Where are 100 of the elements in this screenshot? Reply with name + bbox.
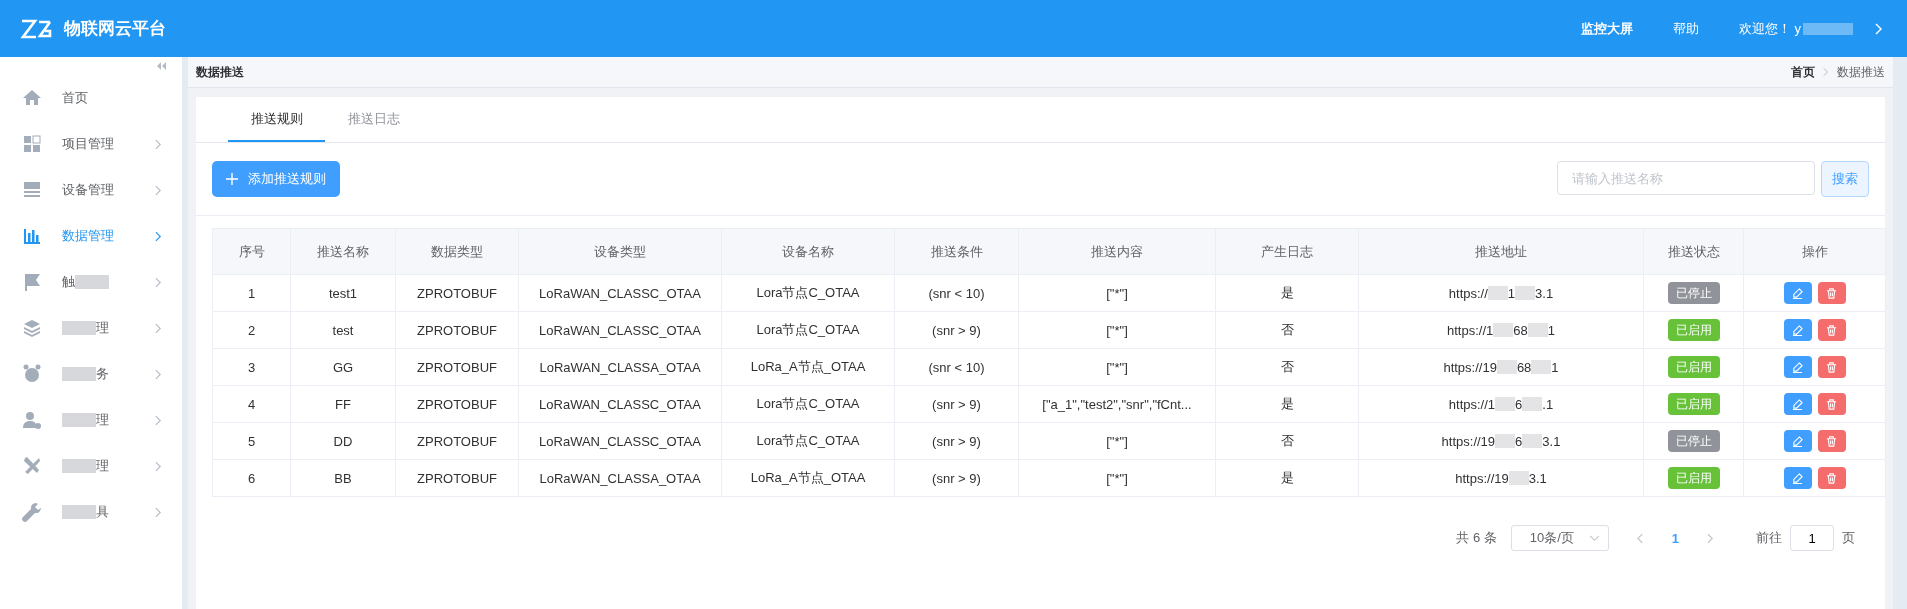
url-text: 6 [1515, 433, 1523, 449]
flag-icon [22, 272, 42, 292]
column-header: 推送地址 [1359, 229, 1644, 274]
sidebar-item[interactable]: 设备管理 [0, 167, 182, 213]
blurred-area [1515, 286, 1536, 300]
url-text: .1 [1542, 396, 1554, 412]
table-cell: ["*"] [1019, 275, 1216, 311]
chevron-right-icon[interactable] [1707, 532, 1714, 544]
edit-button[interactable] [1783, 430, 1812, 452]
status-tag: 已启用 [1667, 319, 1720, 341]
blurred-area [1522, 397, 1543, 411]
table-cell: test1 [291, 275, 396, 311]
column-header: 产生日志 [1216, 229, 1359, 274]
sidebar-item[interactable]: 首页 [0, 75, 182, 121]
chevron-left-icon[interactable] [1636, 532, 1644, 544]
trash-icon [1826, 472, 1837, 484]
wrench-icon [22, 502, 42, 522]
delete-button[interactable] [1817, 282, 1846, 304]
table-cell: 否 [1216, 312, 1359, 348]
table-cell: ZPROTOBUF [396, 349, 519, 385]
table-cell: LoRaWAN_CLASSC_OTAA [519, 312, 722, 348]
table-cell: ["*"] [1019, 460, 1216, 496]
breadcrumb-link[interactable]: 首页 [1791, 63, 1815, 81]
delete-button[interactable] [1817, 467, 1846, 489]
blurred-area [1493, 323, 1514, 337]
edit-button[interactable] [1783, 393, 1812, 415]
page-input[interactable]: 1 [1790, 525, 1834, 551]
dropdown-caret-icon [1588, 534, 1600, 542]
sidebar-item[interactable]: 具 [0, 489, 182, 535]
trash-icon [1826, 287, 1837, 299]
trash-icon [1826, 324, 1837, 336]
sidebar-item[interactable]: 务 [0, 351, 182, 397]
edit-button[interactable] [1783, 319, 1812, 341]
search-field[interactable]: 请输入推送名称 [1557, 161, 1815, 195]
table-cell: (snr > 9) [895, 386, 1019, 422]
collapse-icon[interactable] [156, 62, 166, 70]
status-tag: 已停止 [1667, 430, 1720, 452]
logo-icon [20, 17, 54, 40]
column-header: 推送状态 [1644, 229, 1744, 274]
table-cell: LoRa_A节点_OTAA [722, 349, 895, 385]
table-cell: ["a_1","test2","snr","fCnt... [1019, 386, 1216, 422]
edit-button[interactable] [1783, 467, 1812, 489]
trash-icon [1826, 361, 1837, 373]
sidebar-item[interactable]: 理 [0, 305, 182, 351]
pencil-icon [1792, 435, 1803, 447]
column-header: 推送条件 [895, 229, 1019, 274]
column-header: 操作 [1800, 242, 1829, 261]
status-tag: 已启用 [1667, 393, 1720, 415]
edit-button[interactable] [1783, 282, 1812, 304]
table-cell: (snr < 10) [895, 275, 1019, 311]
url-text: 3.1 [1542, 433, 1561, 449]
table-cell: BB [291, 460, 396, 496]
table-cell: test [291, 312, 396, 348]
table-cell: 1 [213, 275, 291, 311]
blurred-area [1487, 286, 1508, 300]
table-cell: (snr < 10) [895, 349, 1019, 385]
page-title: 数据推送 [196, 63, 244, 81]
column-header: 设备名称 [722, 229, 895, 274]
delete-button[interactable] [1817, 430, 1846, 452]
status-tag: 已启用 [1667, 356, 1720, 378]
table-cell: (snr > 9) [895, 312, 1019, 348]
url-text: https://19 [1441, 433, 1496, 449]
sidebar-label: 理 [96, 457, 109, 475]
sidebar-label: 理 [96, 411, 109, 429]
user-gear-icon [22, 410, 42, 430]
table-cell: 否 [1216, 423, 1359, 459]
url-text: https://1 [1448, 396, 1496, 412]
table-cell: ["*"] [1019, 349, 1216, 385]
delete-button[interactable] [1817, 319, 1846, 341]
edit-button[interactable] [1783, 356, 1812, 378]
sidebar-label: 数据管理 [62, 227, 114, 245]
page-size-select[interactable]: 10条/页 [1510, 525, 1609, 551]
tab[interactable]: 推送规则 [228, 97, 325, 142]
sidebar-label: 设备管理 [62, 181, 114, 199]
sidebar-label: 触 [62, 273, 75, 291]
scrollbar[interactable] [1893, 57, 1907, 609]
url-text: 1 [1551, 359, 1559, 375]
delete-button[interactable] [1817, 393, 1846, 415]
sidebar-label: 务 [96, 365, 109, 383]
delete-button[interactable] [1817, 356, 1846, 378]
table-cell: LoRaWAN_CLASSA_OTAA [519, 349, 722, 385]
chevron-right-icon [1823, 67, 1829, 77]
table-cell: ZPROTOBUF [396, 312, 519, 348]
pencil-icon [1792, 472, 1803, 484]
table-cell: ZPROTOBUF [396, 460, 519, 496]
sidebar-item[interactable]: 理 [0, 443, 182, 489]
blurred-area [1803, 22, 1853, 35]
pencil-icon [1792, 398, 1803, 410]
pencil-icon [1792, 324, 1803, 336]
trash-icon [1826, 435, 1837, 447]
table-cell: (snr > 9) [895, 423, 1019, 459]
sidebar-item[interactable]: 触 [0, 259, 182, 305]
table-cell: 5 [213, 423, 291, 459]
table-cell: 是 [1216, 275, 1359, 311]
sidebar-item[interactable]: 理 [0, 397, 182, 443]
trash-icon [1826, 398, 1837, 410]
breadcrumb-link[interactable]: 数据推送 [1837, 63, 1885, 81]
table-cell: FF [291, 386, 396, 422]
sidebar-item[interactable]: 项目管理 [0, 121, 182, 167]
pencil-icon [1792, 361, 1803, 373]
